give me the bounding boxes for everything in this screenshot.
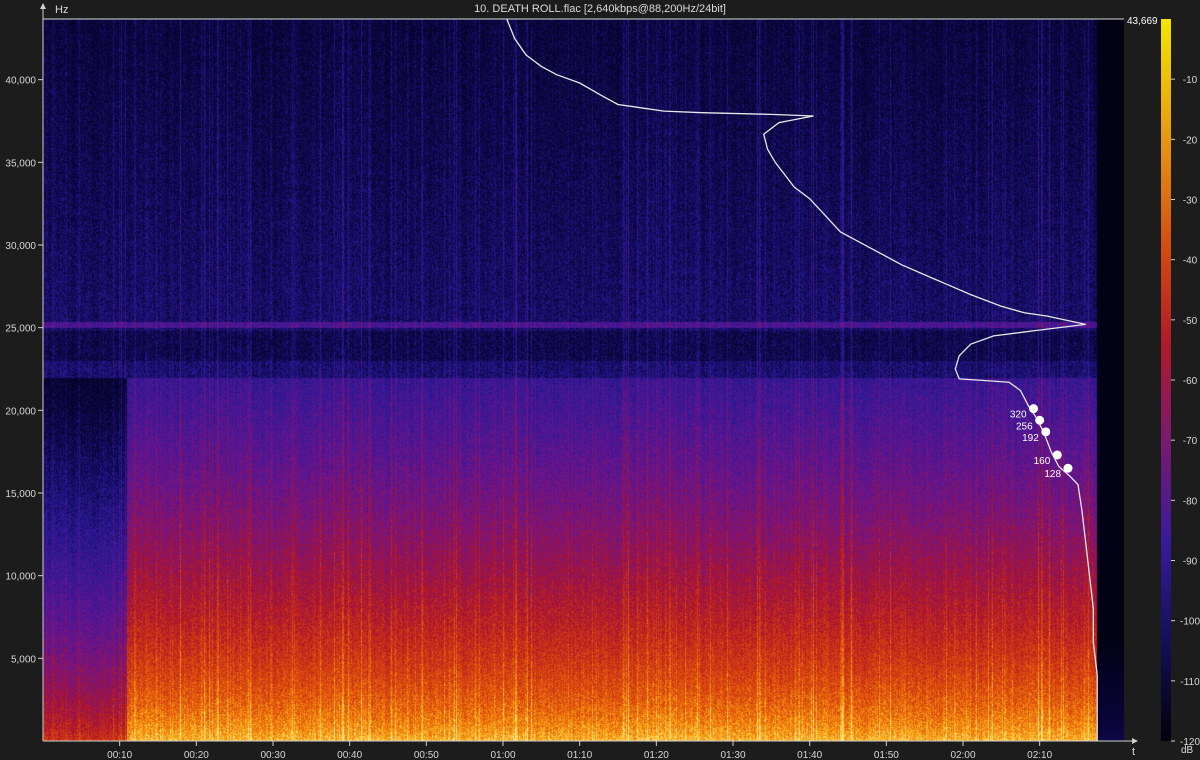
colorbar-tick-label: -70 bbox=[1183, 436, 1198, 447]
colorbar-tick-label: -110 bbox=[1180, 677, 1200, 688]
x-tick-label: 01:10 bbox=[567, 750, 592, 760]
bitrate-marker bbox=[1029, 404, 1039, 414]
colorbar-unit: dB bbox=[1181, 745, 1194, 756]
max-frequency-label: 43,669 bbox=[1127, 16, 1158, 27]
colorbar-tick-label: -20 bbox=[1183, 135, 1198, 146]
x-tick-label: 02:00 bbox=[950, 750, 975, 760]
bitrate-marker-label: 192 bbox=[1022, 433, 1039, 444]
x-tick-label: 00:40 bbox=[337, 750, 362, 760]
colorbar-tick-label: -50 bbox=[1183, 316, 1198, 327]
y-axis-unit: Hz bbox=[55, 4, 69, 16]
bitrate-marker bbox=[1052, 450, 1062, 460]
y-tick-label: 35,000 bbox=[5, 158, 36, 169]
x-tick-label: 01:50 bbox=[874, 750, 899, 760]
colorbar-tick-label: -40 bbox=[1183, 256, 1198, 267]
spectrogram-overlay: 00:10 00:20 00:30 00:40 00:50 01:00 01:10 01:20… bbox=[5, 3, 1200, 760]
bitrate-marker-label: 320 bbox=[1010, 410, 1027, 421]
y-tick-label: 10,000 bbox=[5, 572, 36, 583]
x-tick-label: 01:40 bbox=[797, 750, 822, 760]
x-axis-unit: t bbox=[1132, 746, 1136, 758]
x-tick-label: 00:10 bbox=[107, 750, 132, 760]
colorbar-tick-label: -30 bbox=[1183, 196, 1198, 207]
frequency-cutoff-curve bbox=[506, 18, 1098, 741]
bitrate-marker-label: 128 bbox=[1044, 469, 1061, 480]
colorbar-tick-label: -60 bbox=[1183, 376, 1198, 387]
colorbar-tick-label: -100 bbox=[1180, 617, 1200, 628]
file-title: 10. DEATH ROLL.flac [2,640kbps@88,200Hz/… bbox=[474, 3, 726, 15]
bitrate-marker bbox=[1063, 463, 1073, 473]
x-tick-label: 01:00 bbox=[490, 750, 515, 760]
colorbar-tick-label: -10 bbox=[1183, 75, 1198, 86]
colorbar-tick-label: -90 bbox=[1183, 557, 1198, 568]
x-tick-label: 00:20 bbox=[184, 750, 209, 760]
spectrogram-window: 00:10 00:20 00:30 00:40 00:50 01:00 01:10 01:20… bbox=[0, 0, 1200, 760]
y-tick-label: 40,000 bbox=[5, 76, 36, 87]
y-tick-label: 30,000 bbox=[5, 241, 36, 252]
x-axis-arrow bbox=[1132, 738, 1138, 744]
x-tick-label: 02:10 bbox=[1027, 750, 1052, 760]
bitrate-marker bbox=[1041, 427, 1051, 437]
colorbar bbox=[1161, 19, 1171, 741]
y-tick-label: 15,000 bbox=[5, 489, 36, 500]
x-tick-label: 01:20 bbox=[644, 750, 669, 760]
bitrate-marker bbox=[1035, 415, 1045, 425]
y-tick-label: 5,000 bbox=[11, 654, 36, 665]
bitrate-marker-label: 256 bbox=[1016, 421, 1033, 432]
colorbar-tick-label: -80 bbox=[1183, 496, 1198, 507]
y-tick-label: 25,000 bbox=[5, 324, 36, 335]
y-tick-label: 20,000 bbox=[5, 406, 36, 417]
x-tick-label: 00:50 bbox=[414, 750, 439, 760]
bitrate-marker-label: 160 bbox=[1034, 456, 1051, 467]
x-tick-label: 00:30 bbox=[260, 750, 285, 760]
x-tick-label: 01:30 bbox=[720, 750, 745, 760]
